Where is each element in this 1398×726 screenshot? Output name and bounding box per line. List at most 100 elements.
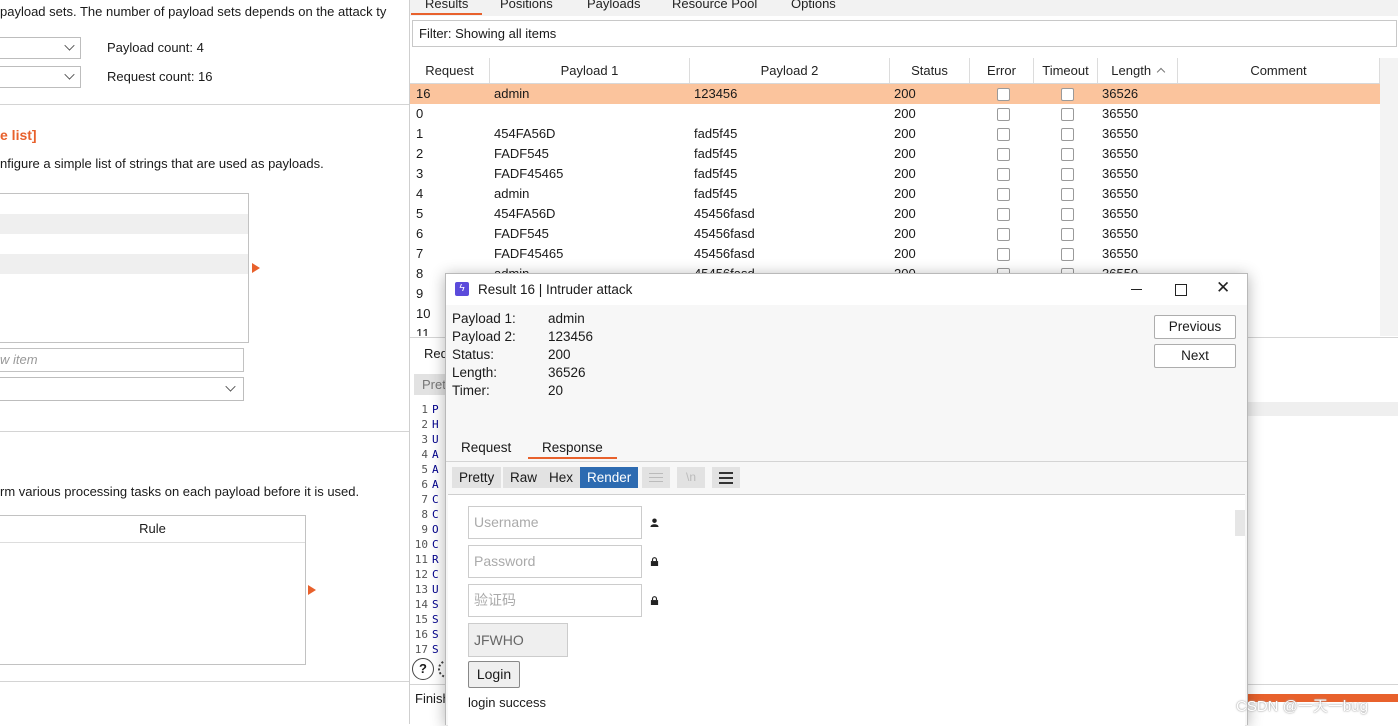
watermark: CSDN @一天一bug — [1236, 698, 1368, 715]
editor-line: 17 S — [414, 643, 439, 656]
menu-icon[interactable] — [712, 467, 740, 488]
error-checkbox — [997, 148, 1010, 161]
column-payload-2[interactable]: Payload 2 — [690, 58, 890, 83]
results-scrollbar[interactable] — [1380, 58, 1398, 336]
username-field[interactable]: Username — [468, 506, 642, 539]
cell-status: 200 — [894, 226, 916, 241]
request-editor[interactable]: 1 P 2 H 3 U 4 A 5 A 6 A 7 C 8 C 9 O 10 C 11 R 12 C 13 U 14 S 15 S 16 S 1… — [410, 402, 450, 657]
password-field[interactable]: Password — [468, 545, 642, 578]
tab-positions[interactable]: Positions — [500, 0, 553, 11]
burp-icon: ϟ — [455, 282, 469, 296]
wrap-lines-icon[interactable] — [642, 467, 670, 488]
login-button[interactable]: Login — [468, 661, 520, 688]
column-payload-1[interactable]: Payload 1 — [490, 58, 690, 83]
field-label: Status: — [452, 347, 495, 362]
mode-pretty[interactable]: Pretty — [452, 467, 502, 488]
cell-payload-1: FADF545 — [494, 146, 549, 161]
tab-payloads[interactable]: Payloads — [587, 0, 640, 11]
divider — [0, 681, 409, 682]
mode-raw[interactable]: Raw — [503, 467, 545, 488]
payload-count: Payload count: 4 — [107, 40, 204, 55]
divider — [0, 104, 409, 105]
column-length[interactable]: Length — [1098, 58, 1178, 83]
processing-rules-table[interactable]: Rule — [0, 515, 306, 665]
render-scrollbar[interactable] — [1235, 510, 1245, 536]
table-row[interactable]: 2 FADF545 fad5f45 200 36550 — [410, 144, 1380, 164]
cell-payload-1: admin — [494, 186, 530, 201]
cell-length: 36550 — [1102, 226, 1139, 241]
cell-request: 8 — [416, 266, 424, 281]
newline-icon[interactable]: \n — [677, 467, 705, 488]
arrow-right-icon[interactable] — [308, 585, 316, 595]
cell-request: 3 — [416, 166, 424, 181]
column-error[interactable]: Error — [970, 58, 1034, 83]
add-from-list-select[interactable] — [0, 377, 244, 401]
cell-payload-2: 45456fasd — [694, 226, 755, 241]
mode-hex[interactable]: Hex — [542, 467, 581, 488]
editor-line: 10 C — [414, 538, 439, 551]
payload-list[interactable] — [0, 193, 249, 343]
tab-resource-pool[interactable]: Resource Pool — [672, 0, 757, 11]
table-row[interactable]: 4 admin fad5f45 200 36550 — [410, 184, 1380, 204]
lock-icon — [650, 557, 659, 566]
table-row[interactable]: 5 454FA56D 45456fasd 200 36550 — [410, 204, 1380, 224]
cell-status: 200 — [894, 146, 916, 161]
error-checkbox — [997, 208, 1010, 221]
section-description: nfigure a simple list of strings that ar… — [0, 156, 324, 171]
error-checkbox — [997, 108, 1010, 121]
table-row[interactable]: 0 200 36550 — [410, 104, 1380, 124]
maximize-icon[interactable] — [1175, 284, 1187, 296]
close-icon[interactable]: ✕ — [1216, 278, 1230, 298]
table-row[interactable]: 16 admin 123456 200 36526 — [410, 84, 1380, 104]
cell-length: 36550 — [1102, 246, 1139, 261]
error-checkbox — [997, 128, 1010, 141]
editor-line: 13 U — [414, 583, 439, 596]
cell-length: 36550 — [1102, 126, 1139, 141]
captcha-field[interactable]: 验证码 — [468, 584, 642, 617]
results-tab-bar: Results Positions Payloads Resource Pool… — [410, 0, 1398, 16]
arrow-right-icon[interactable] — [252, 263, 260, 273]
table-row[interactable]: 6 FADF545 45456fasd 200 36550 — [410, 224, 1380, 244]
captcha-image[interactable]: JFWHO — [468, 623, 568, 657]
tab-options[interactable]: Options — [791, 0, 836, 11]
add-item-input[interactable]: w item — [0, 348, 244, 372]
tab-request[interactable]: Request — [461, 440, 511, 455]
editor-scrollbar[interactable] — [1248, 402, 1398, 416]
error-checkbox — [997, 228, 1010, 241]
help-icon[interactable]: ? — [412, 658, 434, 680]
cell-request: 5 — [416, 206, 424, 221]
payload-set-select[interactable] — [0, 37, 81, 59]
cell-request: 16 — [416, 86, 431, 101]
list-item[interactable] — [0, 214, 248, 234]
table-row[interactable]: 3 FADF45465 fad5f45 200 36550 — [410, 164, 1380, 184]
column-request[interactable]: Request — [410, 58, 490, 83]
mode-render[interactable]: Render — [580, 467, 639, 488]
chevron-down-icon — [225, 381, 236, 392]
cell-status: 200 — [894, 166, 916, 181]
payload-type-select[interactable] — [0, 66, 81, 88]
rule-column-header[interactable]: Rule — [0, 516, 305, 543]
editor-line: 14 S — [414, 598, 439, 611]
tab-response[interactable]: Response — [528, 440, 617, 459]
minimize-icon[interactable] — [1131, 289, 1142, 290]
results-filter-bar[interactable]: Filter: Showing all items — [412, 20, 1397, 47]
editor-line: 11 R — [414, 553, 439, 566]
column-timeout[interactable]: Timeout — [1034, 58, 1098, 83]
error-checkbox — [997, 168, 1010, 181]
column-comment[interactable]: Comment — [1178, 58, 1380, 83]
tab-results[interactable]: Results — [411, 0, 483, 15]
lock-icon — [650, 596, 659, 605]
previous-button[interactable]: Previous — [1154, 315, 1236, 339]
cell-payload-2: 45456fasd — [694, 206, 755, 221]
cell-payload-2: fad5f45 — [694, 146, 738, 161]
timeout-checkbox — [1061, 228, 1074, 241]
cell-request: 4 — [416, 186, 424, 201]
list-item[interactable] — [0, 254, 248, 274]
dialog-titlebar[interactable]: ϟ Result 16 | Intruder attack ✕ — [446, 274, 1247, 305]
editor-line: 9O — [421, 523, 439, 536]
next-button[interactable]: Next — [1154, 344, 1236, 368]
table-row[interactable]: 1 454FA56D fad5f45 200 36550 — [410, 124, 1380, 144]
cell-payload-1: FADF545 — [494, 226, 549, 241]
column-status[interactable]: Status — [890, 58, 970, 83]
table-row[interactable]: 7 FADF45465 45456fasd 200 36550 — [410, 244, 1380, 264]
